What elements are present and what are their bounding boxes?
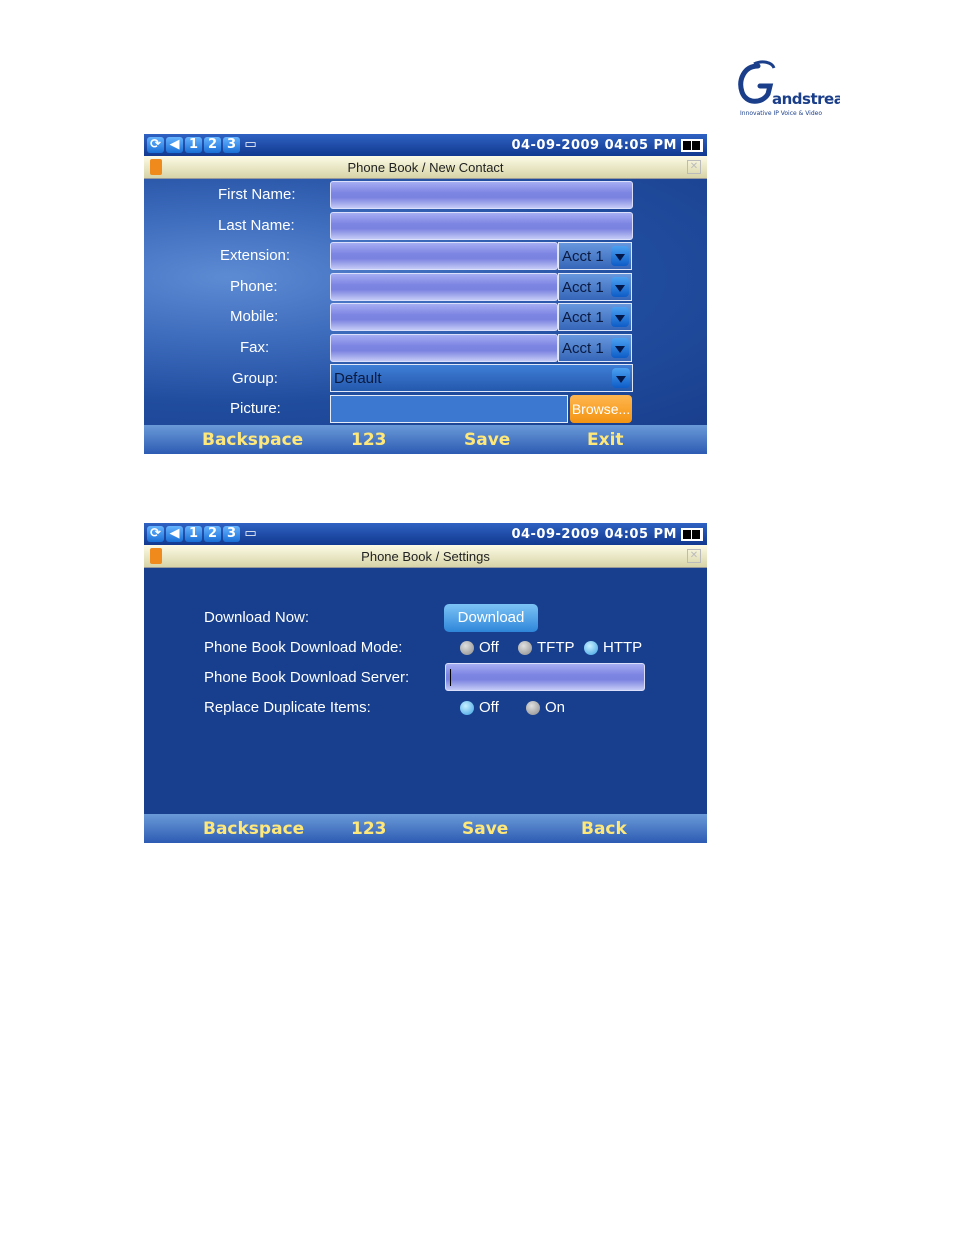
mobile-label: Mobile: [230, 308, 279, 325]
volume-icon: ◀ [166, 137, 183, 153]
svg-text:andstream: andstream [772, 90, 840, 108]
download-now-label: Download Now: [204, 609, 310, 626]
softkey-bar: Backspace 123 Save Exit [144, 425, 707, 454]
fax-account-value: Acct 1 [562, 340, 604, 357]
save-softkey[interactable]: Save [462, 819, 508, 839]
mode-http-radio[interactable] [584, 641, 598, 655]
extension-label: Extension: [220, 247, 291, 264]
mode-http-label: HTTP [603, 639, 643, 656]
title-bar: Phone Book / New Contact ✕ [144, 156, 707, 179]
mode-off-label: Off [479, 639, 499, 656]
close-icon[interactable]: ✕ [687, 549, 701, 563]
first-name-label: First Name: [218, 186, 296, 203]
last-name-field[interactable] [330, 212, 633, 240]
datetime: 04-09-2009 04:05 PM [511, 138, 677, 153]
sync-icon: ⟳ [147, 137, 164, 153]
battery-icon [681, 139, 703, 152]
sync-icon: ⟳ [147, 526, 164, 542]
phone-label: Phone: [230, 278, 278, 295]
page-title: Phone Book / Settings [361, 549, 490, 564]
status-bar: ⟳ ◀ 1 2 3 ▭ 04-09-2009 04:05 PM [144, 523, 707, 545]
123-softkey[interactable]: 123 [351, 430, 387, 450]
extension-account-value: Acct 1 [562, 248, 604, 265]
replace-on-radio[interactable] [526, 701, 540, 715]
title-bar: Phone Book / Settings ✕ [144, 545, 707, 568]
fax-label: Fax: [240, 339, 270, 356]
volume-icon: ◀ [166, 526, 183, 542]
download-server-field[interactable] [445, 663, 645, 691]
text-cursor [450, 669, 451, 686]
mode-tftp-radio[interactable] [518, 641, 532, 655]
chevron-down-icon[interactable] [612, 368, 630, 388]
close-icon[interactable]: ✕ [687, 160, 701, 174]
mobile-account-select[interactable]: Acct 1 [558, 303, 632, 331]
line-2-icon[interactable]: 2 [204, 137, 221, 153]
replace-off-label: Off [479, 699, 499, 716]
folder-icon: ▭ [244, 526, 257, 541]
folder-icon: ▭ [244, 137, 257, 152]
picture-label: Picture: [230, 400, 281, 417]
replace-on-label: On [545, 699, 566, 716]
browse-button[interactable]: Browse... [570, 395, 632, 423]
backspace-softkey[interactable]: Backspace [202, 430, 303, 450]
line-1-icon[interactable]: 1 [185, 526, 202, 542]
last-name-label: Last Name: [218, 217, 295, 234]
replace-off-radio[interactable] [460, 701, 474, 715]
line-1-icon[interactable]: 1 [185, 137, 202, 153]
download-mode-label: Phone Book Download Mode: [204, 639, 403, 656]
new-contact-screen: ⟳ ◀ 1 2 3 ▭ 04-09-2009 04:05 PM Phone Bo… [144, 134, 707, 454]
battery-icon [681, 528, 703, 541]
group-value: Default [334, 370, 382, 387]
chevron-down-icon[interactable] [611, 277, 629, 297]
logo-tagline: Innovative IP Voice & Video [740, 110, 823, 117]
group-label: Group: [232, 370, 278, 387]
back-softkey[interactable]: Back [581, 819, 627, 839]
first-name-field[interactable] [330, 181, 633, 209]
mobile-field[interactable] [330, 303, 558, 331]
fax-field[interactable] [330, 334, 558, 362]
exit-softkey[interactable]: Exit [587, 430, 624, 450]
chevron-down-icon[interactable] [611, 307, 629, 327]
line-2-icon[interactable]: 2 [204, 526, 221, 542]
chevron-down-icon[interactable] [611, 246, 629, 266]
softkey-bar: Backspace 123 Save Back [144, 814, 707, 843]
save-softkey[interactable]: Save [464, 430, 510, 450]
mode-tftp-label: TFTP [537, 639, 575, 656]
phone-field[interactable] [330, 273, 558, 301]
page-title: Phone Book / New Contact [347, 160, 504, 175]
status-bar: ⟳ ◀ 1 2 3 ▭ 04-09-2009 04:05 PM [144, 134, 707, 156]
download-button[interactable]: Download [444, 604, 538, 632]
line-3-icon[interactable]: 3 [223, 137, 240, 153]
form-body: First Name: Last Name: Extension: Acct 1… [144, 179, 707, 425]
extension-account-select[interactable]: Acct 1 [558, 242, 632, 270]
phone-account-value: Acct 1 [562, 279, 604, 296]
replace-duplicate-label: Replace Duplicate Items: [204, 699, 371, 716]
picture-field[interactable] [330, 395, 568, 423]
fax-account-select[interactable]: Acct 1 [558, 334, 632, 362]
settings-screen: ⟳ ◀ 1 2 3 ▭ 04-09-2009 04:05 PM Phone Bo… [144, 523, 707, 843]
group-select[interactable]: Default [330, 364, 633, 392]
chevron-down-icon[interactable] [611, 338, 629, 358]
mobile-account-value: Acct 1 [562, 309, 604, 326]
line-3-icon[interactable]: 3 [223, 526, 240, 542]
phone-account-select[interactable]: Acct 1 [558, 273, 632, 301]
extension-field[interactable] [330, 242, 558, 270]
download-server-label: Phone Book Download Server: [204, 669, 410, 686]
settings-body: Download Now: Download Phone Book Downlo… [144, 568, 707, 814]
grandstream-logo: andstream Innovative IP Voice & Video [736, 60, 840, 120]
123-softkey[interactable]: 123 [351, 819, 387, 839]
backspace-softkey[interactable]: Backspace [203, 819, 304, 839]
mode-off-radio[interactable] [460, 641, 474, 655]
datetime: 04-09-2009 04:05 PM [511, 527, 677, 542]
